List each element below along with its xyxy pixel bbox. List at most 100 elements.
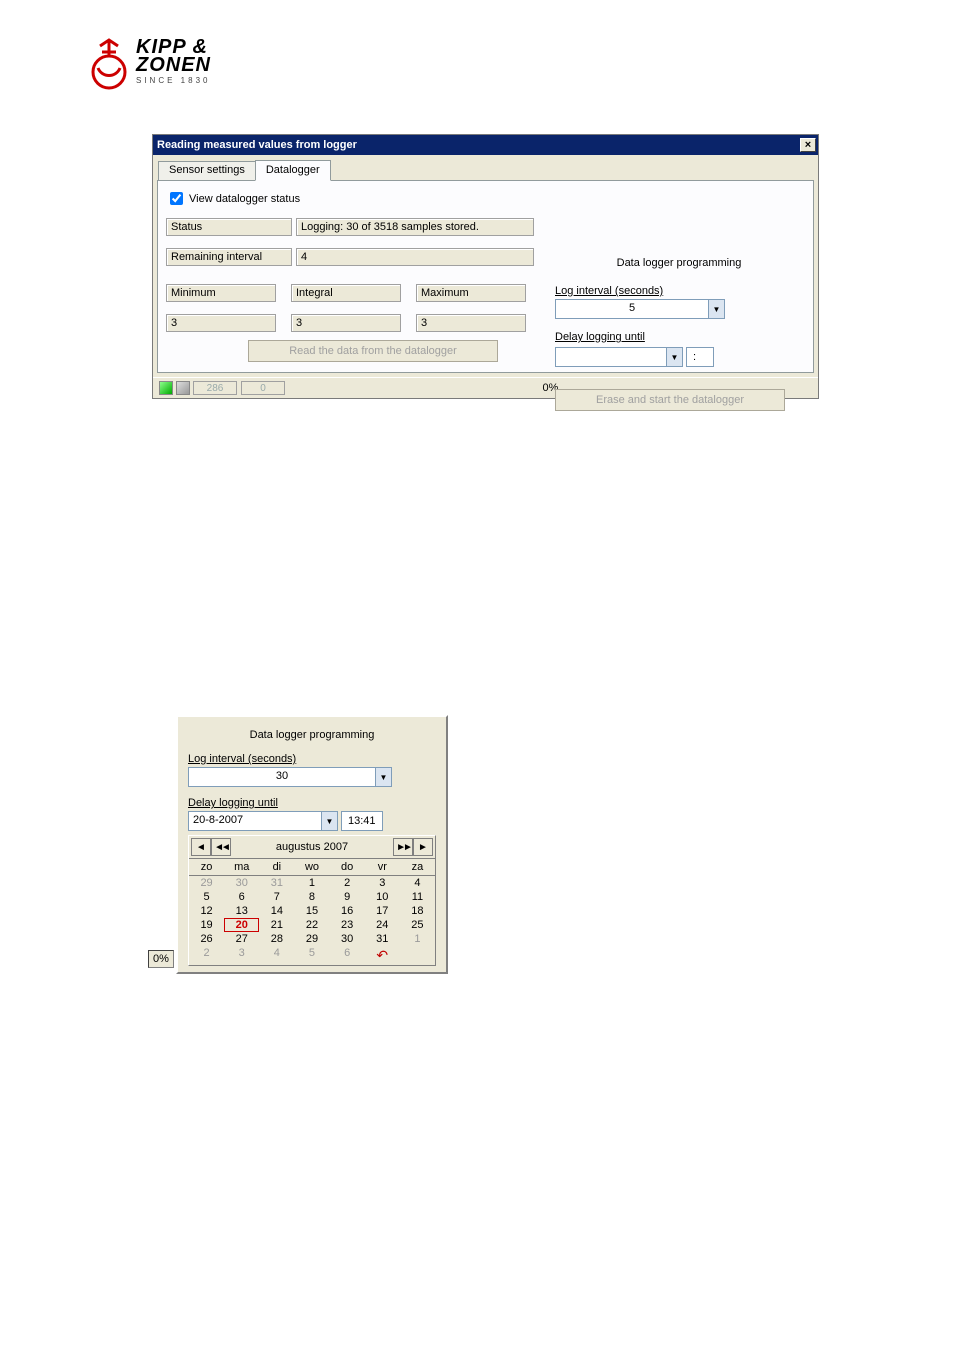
cal-day[interactable]: 5 bbox=[189, 890, 224, 904]
cal-day[interactable]: 10 bbox=[365, 890, 400, 904]
cal-day[interactable]: 4 bbox=[400, 876, 435, 890]
popup-delay-date-combo[interactable]: 20-8-2007 ▼ bbox=[188, 811, 338, 831]
brand-tagline: SINCE 1830 bbox=[136, 77, 211, 85]
chevron-down-icon[interactable]: ▼ bbox=[321, 812, 337, 830]
log-interval-value: 5 bbox=[556, 300, 708, 318]
minimum-value: 3 bbox=[166, 314, 276, 332]
cal-day[interactable]: 21 bbox=[259, 918, 294, 932]
cal-day[interactable]: 2 bbox=[189, 946, 224, 965]
delay-time-input[interactable]: : bbox=[686, 347, 714, 367]
cal-day[interactable]: 16 bbox=[330, 904, 365, 918]
popup-log-interval-value: 30 bbox=[189, 768, 375, 786]
brand-line2: ZONEN bbox=[136, 55, 211, 75]
window-title: Reading measured values from logger bbox=[157, 139, 357, 151]
cal-day[interactable]: 1 bbox=[400, 932, 435, 946]
cal-day[interactable]: 3 bbox=[224, 946, 259, 965]
erase-start-button[interactable]: Erase and start the datalogger bbox=[555, 389, 785, 411]
delay-date-combo[interactable]: ▼ bbox=[555, 347, 683, 367]
integral-label: Integral bbox=[291, 284, 401, 302]
log-interval-label: Log interval (seconds) bbox=[555, 285, 803, 297]
cal-dow: vr bbox=[365, 861, 400, 873]
maximum-label: Maximum bbox=[416, 284, 526, 302]
progress-percent-2: 0% bbox=[148, 950, 174, 968]
counter-2: 0 bbox=[241, 381, 285, 395]
cal-day[interactable]: 23 bbox=[330, 918, 365, 932]
cal-day[interactable]: 14 bbox=[259, 904, 294, 918]
delay-label: Delay logging until bbox=[555, 331, 803, 343]
popup-log-interval-label: Log interval (seconds) bbox=[188, 753, 436, 765]
view-status-label: View datalogger status bbox=[189, 193, 300, 205]
chevron-down-icon[interactable]: ▼ bbox=[666, 348, 682, 366]
cal-day[interactable]: 1 bbox=[294, 876, 329, 890]
close-icon[interactable]: × bbox=[800, 138, 816, 152]
maximum-value: 3 bbox=[416, 314, 526, 332]
cal-day[interactable]: 18 bbox=[400, 904, 435, 918]
cal-day[interactable]: 8 bbox=[294, 890, 329, 904]
popup-delay-time-input[interactable]: 13:41 bbox=[341, 811, 383, 831]
cal-day[interactable]: 29 bbox=[189, 876, 224, 890]
integral-value: 3 bbox=[291, 314, 401, 332]
cal-day bbox=[400, 946, 435, 965]
tab-panel-datalogger: View datalogger status Status Logging: 3… bbox=[157, 180, 814, 373]
read-data-button[interactable]: Read the data from the datalogger bbox=[248, 340, 498, 362]
brand-logo: KIPP & ZONEN SINCE 1830 bbox=[88, 32, 211, 90]
cal-next-year-button[interactable]: ►► bbox=[393, 838, 413, 856]
log-interval-combo[interactable]: 5 ▼ bbox=[555, 299, 725, 319]
cal-dow: do bbox=[330, 861, 365, 873]
datalogger-dialog: Reading measured values from logger × Se… bbox=[152, 134, 819, 399]
status-value: Logging: 30 of 3518 samples stored. bbox=[296, 218, 534, 236]
cal-day[interactable]: 27 bbox=[224, 932, 259, 946]
programming-panel: Data logger programming Log interval (se… bbox=[555, 221, 803, 411]
cal-month-label: augustus 2007 bbox=[231, 839, 393, 855]
cal-dow: zo bbox=[189, 861, 224, 873]
cal-day[interactable]: 2 bbox=[330, 876, 365, 890]
chevron-down-icon[interactable]: ▼ bbox=[708, 300, 724, 318]
cal-day[interactable]: 6 bbox=[330, 946, 365, 965]
cal-day[interactable]: 15 bbox=[294, 904, 329, 918]
popup-delay-label: Delay logging until bbox=[188, 797, 436, 809]
status-led-gray-icon bbox=[176, 381, 190, 395]
popup-delay-date-value: 20-8-2007 bbox=[189, 812, 321, 830]
calendar[interactable]: ◄ ◄◄ augustus 2007 ►► ► zo ma di wo do v… bbox=[188, 835, 436, 966]
cal-day[interactable]: 17 bbox=[365, 904, 400, 918]
cal-day[interactable]: 9 bbox=[330, 890, 365, 904]
cal-day[interactable]: 22 bbox=[294, 918, 329, 932]
cal-day[interactable]: 4 bbox=[259, 946, 294, 965]
cal-day[interactable]: 6 bbox=[224, 890, 259, 904]
cal-day[interactable]: 24 bbox=[365, 918, 400, 932]
delay-date-value bbox=[556, 348, 666, 366]
cal-day[interactable]: 3 bbox=[365, 876, 400, 890]
today-icon[interactable]: ↶ bbox=[376, 947, 388, 963]
cal-day[interactable]: 30 bbox=[224, 876, 259, 890]
cal-day[interactable]: 12 bbox=[189, 904, 224, 918]
cal-dow: wo bbox=[294, 861, 329, 873]
cal-day[interactable]: 5 bbox=[294, 946, 329, 965]
cal-day[interactable]: 19 bbox=[189, 918, 224, 932]
cal-day[interactable]: 20 bbox=[224, 918, 259, 932]
cal-prev-month-button[interactable]: ◄ bbox=[191, 838, 211, 856]
cal-next-month-button[interactable]: ► bbox=[413, 838, 433, 856]
cal-day[interactable]: 7 bbox=[259, 890, 294, 904]
cal-day[interactable]: 30 bbox=[330, 932, 365, 946]
programming-heading: Data logger programming bbox=[555, 257, 803, 269]
view-status-checkbox[interactable] bbox=[170, 192, 183, 205]
cal-day[interactable]: 31 bbox=[365, 932, 400, 946]
remaining-value: 4 bbox=[296, 248, 534, 266]
programming-popup: Data logger programming Log interval (se… bbox=[176, 715, 448, 974]
cal-day[interactable]: 28 bbox=[259, 932, 294, 946]
cal-prev-year-button[interactable]: ◄◄ bbox=[211, 838, 231, 856]
cal-day[interactable]: 26 bbox=[189, 932, 224, 946]
cal-dow-header: zo ma di wo do vr za bbox=[189, 858, 435, 876]
popup-log-interval-combo[interactable]: 30 ▼ bbox=[188, 767, 392, 787]
cal-day[interactable]: 13 bbox=[224, 904, 259, 918]
cal-day[interactable]: 29 bbox=[294, 932, 329, 946]
chevron-down-icon[interactable]: ▼ bbox=[375, 768, 391, 786]
cal-dow: za bbox=[400, 861, 435, 873]
cal-day[interactable]: 11 bbox=[400, 890, 435, 904]
remaining-label-box: Remaining interval bbox=[166, 248, 292, 266]
cal-day[interactable]: 25 bbox=[400, 918, 435, 932]
titlebar[interactable]: Reading measured values from logger × bbox=[153, 135, 818, 155]
tab-datalogger[interactable]: Datalogger bbox=[255, 160, 331, 181]
tab-sensor-settings[interactable]: Sensor settings bbox=[158, 161, 256, 182]
cal-day[interactable]: 31 bbox=[259, 876, 294, 890]
